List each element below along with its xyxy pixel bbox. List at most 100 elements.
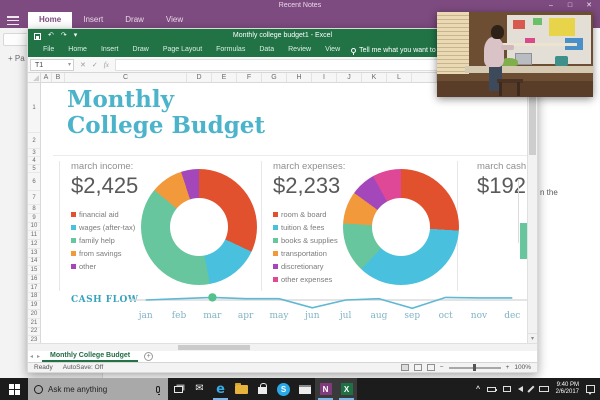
onenote-tab-view[interactable]: View [155,12,194,28]
column-header-I[interactable]: I [312,73,337,82]
taskbar-app-task-view[interactable] [168,378,189,400]
close-icon[interactable]: ✕ [584,0,594,12]
taskbar-app-movies-tv[interactable] [294,378,315,400]
battery-icon[interactable] [487,386,498,392]
taskbar-app-excel[interactable]: X [336,378,357,400]
row-header-22[interactable]: 22 [28,328,40,337]
cashflow-sparkline[interactable] [129,285,527,313]
zoom-slider-thumb[interactable] [472,364,476,371]
column-header-C[interactable]: C [65,73,187,82]
taskbar-app-mail[interactable]: ✉ [189,378,210,400]
minimize-icon[interactable]: – [546,0,556,12]
ribbon-tab-home[interactable]: Home [61,43,94,57]
start-button[interactable] [0,378,28,400]
column-header-A[interactable]: A [41,73,52,82]
row-header-2[interactable]: 2 [28,133,40,149]
taskbar-app-file-explorer[interactable] [231,378,252,400]
ribbon-tab-view[interactable]: View [318,43,347,57]
column-header-E[interactable]: E [212,73,237,82]
row-header-6[interactable]: 6 [28,173,40,191]
row-header-3[interactable]: 3 [28,149,40,157]
video-overlay-window[interactable] [437,12,593,97]
row-header-14[interactable]: 14 [28,258,40,267]
horizontal-scrollbar[interactable] [28,343,537,351]
speaker-icon[interactable] [518,386,524,392]
hamburger-icon[interactable] [7,16,19,25]
ribbon-tab-file[interactable]: File [36,43,61,57]
row-header-20[interactable]: 20 [28,310,40,319]
pen-icon[interactable] [527,385,535,393]
name-box[interactable]: T1 ▾ [30,58,74,71]
income-donut-chart[interactable] [141,169,257,285]
row-header-7[interactable]: 7 [28,191,40,205]
new-sheet-icon[interactable]: + [144,352,154,361]
column-header-B[interactable]: B [52,73,65,82]
column-header-K[interactable]: K [362,73,387,82]
ribbon-tab-draw[interactable]: Draw [125,43,155,57]
page-break-view-icon[interactable] [426,364,435,371]
enter-icon[interactable]: ✓ [92,61,98,69]
worksheet-grid[interactable]: Monthly College Budget march income: $2,… [41,83,527,343]
normal-view-icon[interactable] [400,364,409,371]
cancel-icon[interactable]: ✕ [80,61,86,69]
taskbar-app-skype[interactable]: S [273,378,294,400]
select-all-corner[interactable] [28,73,41,82]
taskbar-clock[interactable]: 9:40 PM 2/6/2017 [556,382,579,396]
cashflow-bar-chart[interactable] [520,223,527,259]
notification-icon[interactable] [586,385,595,395]
row-header-9[interactable]: 9 [28,214,40,223]
zoom-level[interactable]: 100% [514,364,531,371]
row-header-21[interactable]: 21 [28,319,40,328]
column-header-H[interactable]: H [287,73,312,82]
sheet-nav-left-icon[interactable]: ◂ [30,353,33,360]
row-header-19[interactable]: 19 [28,301,40,310]
column-header-F[interactable]: F [237,73,262,82]
sheet-nav-right-icon[interactable]: ▸ [37,353,40,360]
sheet-tab[interactable]: Monthly College Budget [42,351,139,362]
vertical-scrollbar[interactable]: ▾ [527,83,537,343]
insert-function-icon[interactable]: fx [104,61,109,69]
row-header-11[interactable]: 11 [28,231,40,240]
horizontal-scrollbar-thumb[interactable] [178,345,250,350]
ribbon-tab-review[interactable]: Review [281,43,318,57]
row-header-4[interactable]: 4 [28,157,40,165]
column-header-J[interactable]: J [337,73,362,82]
ribbon-tab-insert[interactable]: Insert [94,43,126,57]
network-icon[interactable] [503,386,512,392]
row-header-16[interactable]: 16 [28,275,40,284]
column-header-D[interactable]: D [187,73,212,82]
row-header-15[interactable]: 15 [28,266,40,275]
row-header-5[interactable]: 5 [28,165,40,173]
ribbon-tab-page-layout[interactable]: Page Layout [156,43,209,57]
row-header-8[interactable]: 8 [28,205,40,214]
tell-me-box[interactable]: Tell me what you want to do [351,47,446,55]
expenses-donut-chart[interactable] [343,169,459,285]
name-box-caret-icon[interactable]: ▾ [68,60,71,71]
zoom-slider[interactable] [448,364,501,371]
column-header[interactable] [412,73,437,82]
onenote-tab-insert[interactable]: Insert [72,12,114,28]
ribbon-tab-formulas[interactable]: Formulas [209,43,252,57]
taskbar-app-onenote[interactable]: N [315,378,336,400]
row-header-12[interactable]: 12 [28,240,40,249]
zoom-in-icon[interactable]: + [506,364,510,371]
row-header-10[interactable]: 10 [28,223,40,232]
zoom-out-icon[interactable]: − [440,364,444,371]
column-header-G[interactable]: G [262,73,287,82]
microphone-icon[interactable] [156,385,160,395]
row-header-17[interactable]: 17 [28,284,40,293]
show-hidden-icons-chevron[interactable]: ^ [476,386,480,393]
page-layout-view-icon[interactable] [413,364,422,371]
touch-keyboard-icon[interactable] [538,386,549,392]
row-header-13[interactable]: 13 [28,249,40,258]
scroll-down-icon[interactable]: ▾ [528,333,537,343]
ribbon-tab-data[interactable]: Data [252,43,281,57]
taskbar-app-store[interactable] [252,378,273,400]
onenote-tab-draw[interactable]: Draw [114,12,155,28]
row-header-23[interactable]: 23 [28,336,40,343]
taskbar-app-edge[interactable]: e [210,378,231,400]
vertical-scrollbar-thumb[interactable] [529,91,536,155]
cortana-search-box[interactable]: Ask me anything [28,378,168,400]
row-header-18[interactable]: 18 [28,293,40,302]
row-header-1[interactable]: 1 [28,83,40,133]
